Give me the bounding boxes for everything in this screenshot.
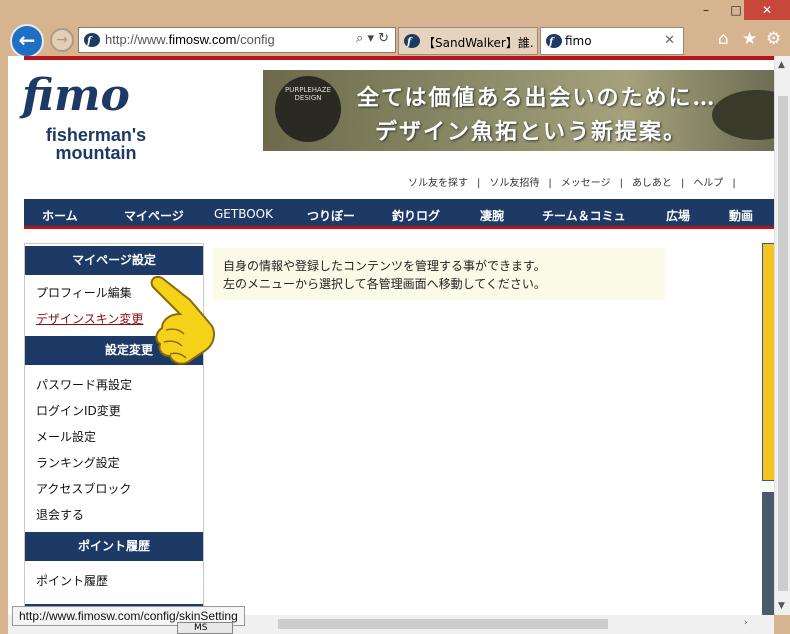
- info-line-1: 自身の情報や登録したコンテンツを管理する事ができます。: [223, 259, 546, 273]
- close-tab-icon[interactable]: ✕: [664, 33, 675, 48]
- browser-window: – □ ✕ ← → f http://www.fimosw.com/config…: [0, 0, 790, 634]
- title-bar: – □ ✕: [0, 0, 790, 22]
- info-line-2: 左のメニューから選択して各管理画面へ移動してください。: [223, 277, 546, 291]
- nav-getbook[interactable]: GETBOOK: [214, 207, 273, 221]
- sidebar-item-access-block[interactable]: アクセスブロック: [36, 480, 131, 497]
- tab-fimo[interactable]: f fimo ✕: [540, 27, 684, 55]
- nav-sugoude[interactable]: 凄腕: [480, 207, 504, 224]
- util-link-find-friends[interactable]: ソル友を探す: [408, 178, 468, 189]
- nav-home[interactable]: ホーム: [42, 207, 78, 224]
- fish-print-image: [712, 90, 782, 140]
- fimo-logo[interactable]: fimo: [22, 70, 130, 121]
- scroll-up-icon[interactable]: ▲: [778, 60, 785, 70]
- sep: |: [477, 178, 481, 189]
- util-link-footprints[interactable]: あしあと: [632, 178, 672, 189]
- pointing-hand-cursor-icon: [150, 276, 215, 365]
- info-message-box: 自身の情報や登録したコンテンツを管理する事ができます。 左のメニューから選択して…: [213, 248, 665, 300]
- favorites-icon[interactable]: ★: [742, 29, 757, 49]
- minimize-button[interactable]: –: [692, 0, 720, 20]
- nav-tsurilog[interactable]: 釣りログ: [392, 207, 440, 224]
- home-icon[interactable]: ⌂: [718, 29, 729, 49]
- taskbar-chip[interactable]: MS: [177, 622, 233, 634]
- util-link-invite[interactable]: ソル友招待: [489, 178, 539, 189]
- logo-line-2: mountain: [55, 143, 137, 163]
- scroll-down-icon[interactable]: ▼: [778, 601, 785, 611]
- vertical-scroll-thumb[interactable]: [778, 96, 788, 591]
- banner-seal: PURPLEHAZE DESIGN: [275, 76, 341, 142]
- logo-tagline[interactable]: fisherman's mountain: [38, 126, 154, 162]
- sidebar-item-login-id[interactable]: ログインID変更: [36, 402, 121, 419]
- sidebar-item-design-skin[interactable]: デザインスキン変更: [36, 310, 143, 327]
- page-viewport: fimo fisherman's mountain PURPLEHAZE DES…: [8, 56, 782, 615]
- site-favicon-icon: f: [84, 33, 100, 47]
- nav-douga[interactable]: 動画: [729, 207, 753, 224]
- horizontal-scroll-thumb[interactable]: [278, 619, 608, 629]
- logo-line-1: fisherman's: [45, 125, 147, 145]
- tab-favicon-icon: f: [546, 34, 562, 48]
- back-button[interactable]: ←: [10, 24, 44, 58]
- close-window-button[interactable]: ✕: [744, 0, 790, 20]
- sep: |: [680, 178, 685, 189]
- forward-button[interactable]: →: [50, 28, 74, 52]
- global-nav: ホーム マイページ GETBOOK つりぼー 釣りログ 凄腕 チーム＆コミュ 広…: [24, 199, 782, 229]
- tab-label: fimo: [565, 34, 592, 48]
- scroll-right-icon[interactable]: ›: [744, 618, 748, 628]
- sidebar-item-password[interactable]: パスワード再設定: [36, 376, 132, 393]
- util-link-help[interactable]: ヘルプ: [693, 178, 723, 189]
- banner-line-1: 全ては価値ある出会いのために…: [357, 85, 717, 111]
- browser-toolbar: ← → f http://www.fimosw.com/config ⌕ ▾ ↻…: [0, 22, 790, 58]
- url-text[interactable]: http://www.fimosw.com/config: [105, 32, 275, 47]
- nav-tsuribo[interactable]: つりぼー: [307, 207, 355, 224]
- sep: |: [619, 178, 623, 189]
- sidebar-heading-points: ポイント履歴: [25, 532, 203, 561]
- tab-favicon-icon: f: [404, 34, 420, 48]
- sidebar-item-point-history[interactable]: ポイント履歴: [36, 572, 108, 589]
- tab-sandwalker[interactable]: f 【SandWalker】誰...: [398, 27, 538, 55]
- address-tools[interactable]: ⌕ ▾ ↻: [356, 31, 389, 46]
- sep: |: [548, 178, 552, 189]
- nav-hiroba[interactable]: 広場: [666, 207, 690, 224]
- nav-mypage[interactable]: マイページ: [124, 207, 184, 224]
- util-link-messages[interactable]: メッセージ: [561, 178, 611, 189]
- settings-gear-icon[interactable]: ⚙: [766, 29, 781, 49]
- sidebar-item-profile-edit[interactable]: プロフィール編集: [36, 284, 132, 301]
- sidebar-item-mail[interactable]: メール設定: [36, 428, 96, 445]
- address-bar[interactable]: f http://www.fimosw.com/config ⌕ ▾ ↻: [78, 27, 396, 53]
- sep: |: [732, 178, 736, 189]
- header-red-line: [24, 56, 782, 60]
- nav-team-community[interactable]: チーム＆コミュ: [542, 207, 626, 224]
- banner-line-2: デザイン魚拓という新提案。: [375, 119, 688, 145]
- sidebar-item-ranking[interactable]: ランキング設定: [36, 454, 120, 471]
- vertical-scrollbar[interactable]: ▲ ▼: [774, 56, 790, 615]
- ad-banner[interactable]: PURPLEHAZE DESIGN 全ては価値ある出会いのために… デザイン魚拓…: [263, 70, 782, 151]
- tab-label: 【SandWalker】誰...: [423, 36, 535, 50]
- sidebar-item-withdraw[interactable]: 退会する: [36, 506, 84, 523]
- utility-links: ソル友を探す | ソル友招待 | メッセージ | あしあと | ヘルプ |: [408, 174, 745, 189]
